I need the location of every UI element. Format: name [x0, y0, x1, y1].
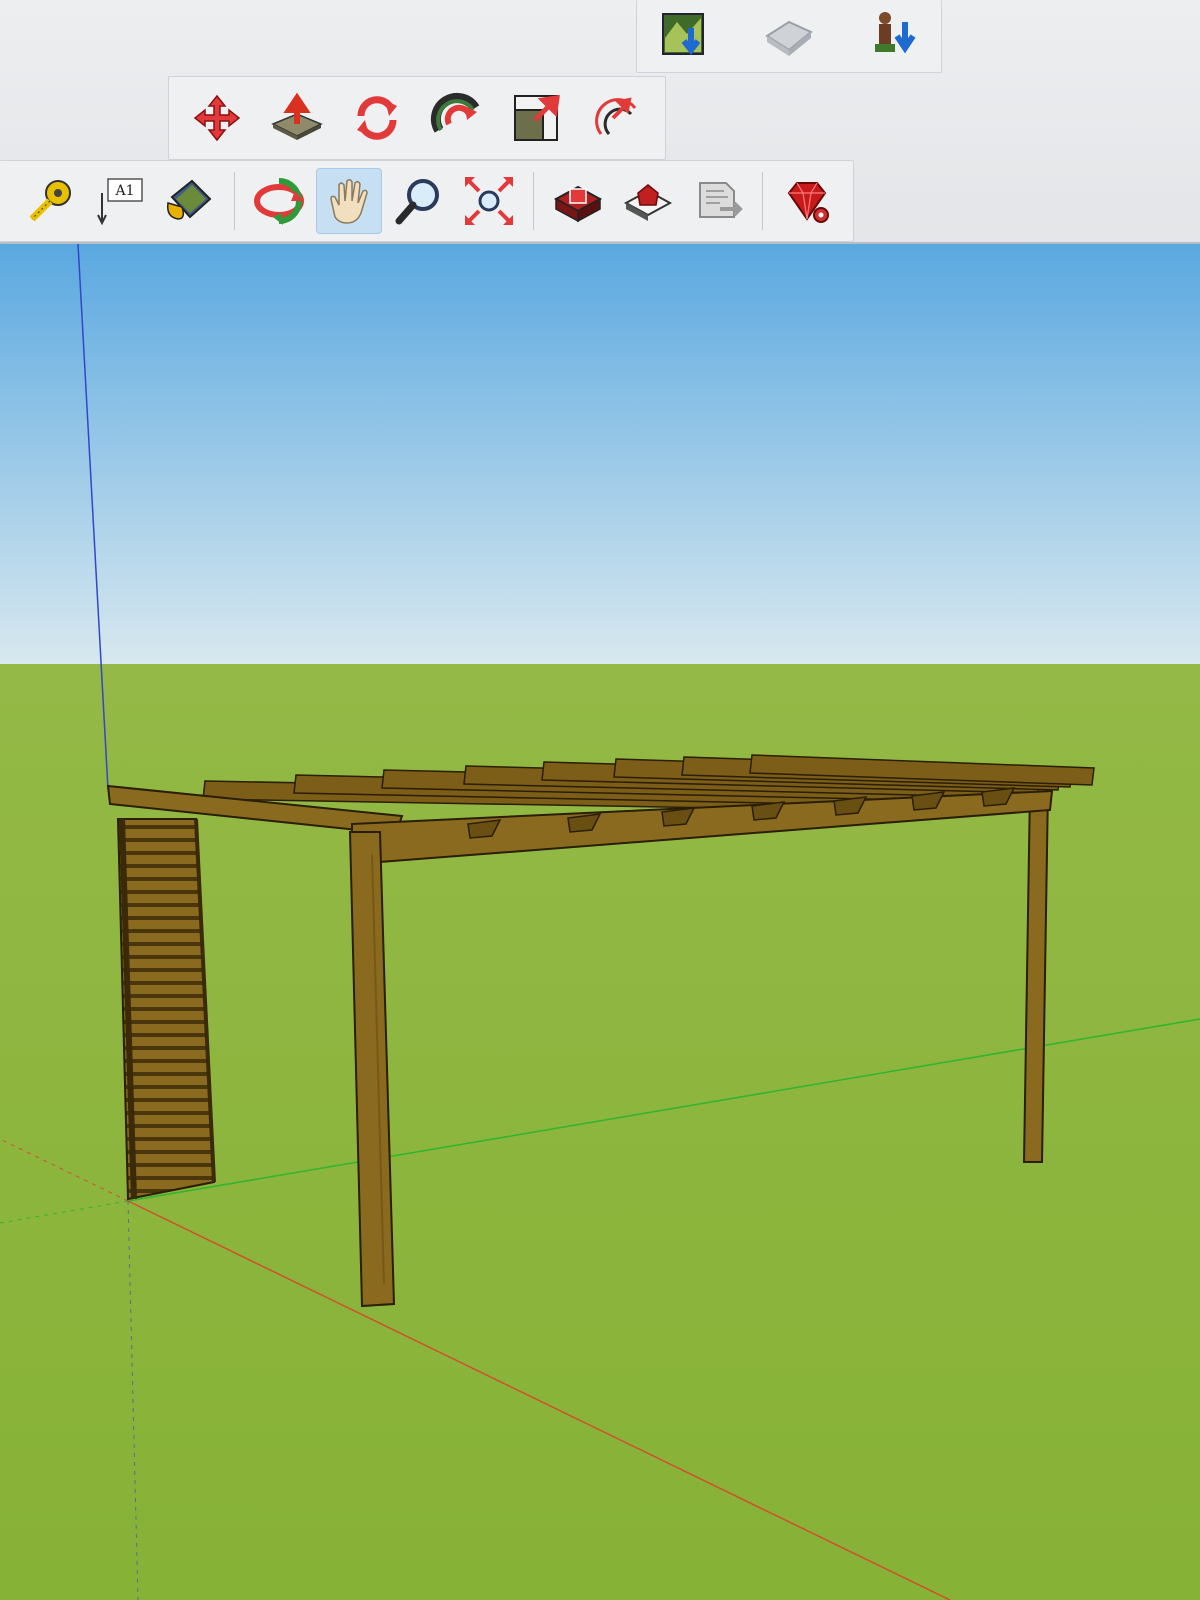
- rotate-tool-icon: [357, 96, 397, 140]
- 3d-warehouse-button[interactable]: [546, 169, 610, 233]
- ruby-console-button[interactable]: [775, 169, 839, 233]
- preview-model-in-google-earth-icon: [662, 13, 704, 55]
- zoom-extents-tool-icon: [465, 177, 513, 225]
- orbit-tool-icon: [254, 178, 304, 225]
- push-pull-tool-button[interactable]: [265, 86, 329, 150]
- model-viewport[interactable]: [0, 244, 1200, 1600]
- text-tool-button[interactable]: A1: [88, 169, 152, 233]
- push-pull-tool-icon: [271, 92, 323, 140]
- layout-send-icon: [699, 182, 743, 218]
- scale-tool-icon: [514, 95, 560, 141]
- zoom-tool-button[interactable]: [387, 169, 451, 233]
- toolbar-separator: [533, 172, 534, 230]
- tape-measure-tool-icon: [29, 180, 71, 222]
- zoom-tool-icon: [395, 179, 439, 225]
- layout-send-button[interactable]: [686, 169, 750, 233]
- get-current-view-button[interactable]: [759, 6, 819, 66]
- follow-me-tool-icon: [430, 92, 480, 133]
- offset-tool-button[interactable]: [585, 86, 649, 150]
- text-tool-label: A1: [114, 183, 134, 199]
- toolbar-separator: [234, 172, 235, 230]
- toolbar-area: A1: [0, 0, 1200, 244]
- toolbar-separator: [762, 172, 763, 230]
- rotate-tool-button[interactable]: [345, 86, 409, 150]
- zoom-extents-tool-button[interactable]: [457, 169, 521, 233]
- get-current-view-icon: [765, 20, 813, 56]
- edit-toolbar: [168, 76, 666, 160]
- 3d-warehouse-icon: [553, 185, 603, 223]
- move-tool-icon: [193, 94, 241, 142]
- add-location-button[interactable]: [863, 6, 923, 66]
- pan-tool-icon: [330, 178, 368, 224]
- ruby-console-icon: [787, 182, 829, 223]
- scale-tool-button[interactable]: [505, 86, 569, 150]
- follow-me-tool-button[interactable]: [425, 86, 489, 150]
- scene: [0, 244, 1200, 1600]
- add-location-icon: [875, 12, 916, 54]
- extension-warehouse-icon: [623, 184, 673, 221]
- sky: [0, 244, 1200, 664]
- tape-measure-tool-button[interactable]: [18, 169, 82, 233]
- paint-bucket-tool-icon: [166, 179, 212, 220]
- construction-toolbar: A1: [0, 160, 854, 242]
- extension-warehouse-button[interactable]: [616, 169, 680, 233]
- preview-model-in-google-earth-button[interactable]: [655, 6, 715, 66]
- text-tool-icon: A1: [97, 178, 143, 226]
- move-tool-button[interactable]: [185, 86, 249, 150]
- orbit-tool-button[interactable]: [247, 169, 311, 233]
- offset-tool-icon: [595, 97, 637, 136]
- paint-bucket-tool-button[interactable]: [158, 169, 222, 233]
- privacy-screen[interactable]: [116, 818, 216, 1201]
- pan-tool-button[interactable]: [316, 168, 382, 234]
- google-toolbar: [636, 0, 942, 73]
